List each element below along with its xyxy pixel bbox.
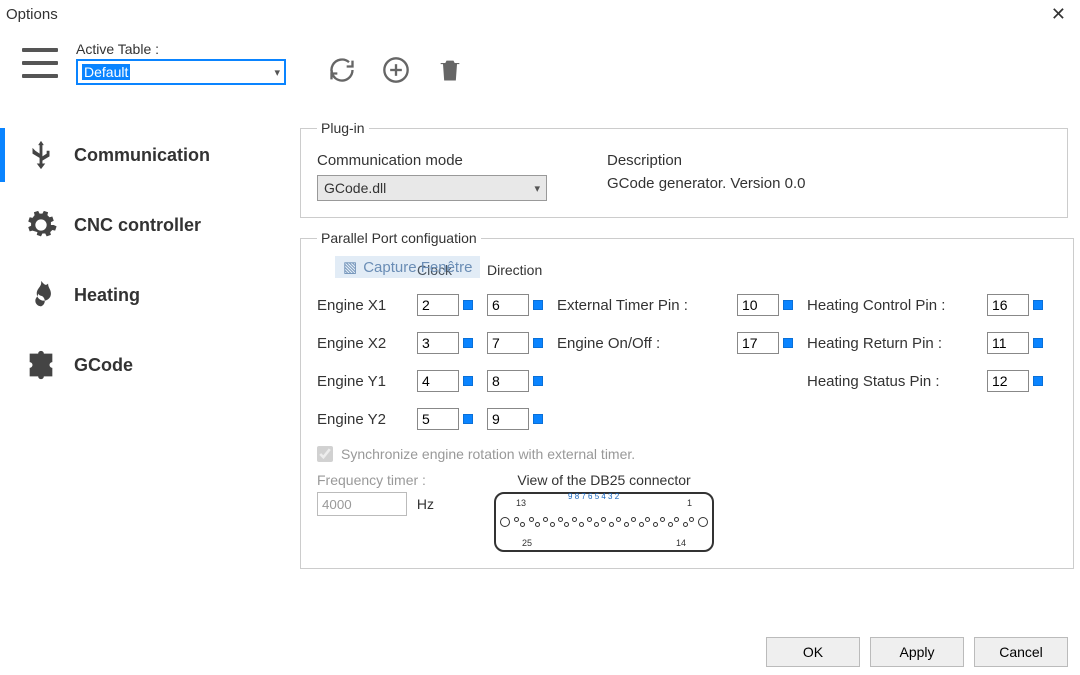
pin-picker-icon[interactable] <box>463 338 473 348</box>
engine-y1-clock-input[interactable] <box>417 370 459 392</box>
plugin-fieldset: Plug-in Communication mode GCode.dll ▾ D… <box>300 120 1068 218</box>
cancel-button[interactable]: Cancel <box>974 637 1068 667</box>
parallel-legend: Parallel Port configuation <box>317 230 481 246</box>
gear-icon <box>24 208 58 242</box>
sync-checkbox <box>317 446 333 462</box>
engine-y2-label: Engine Y2 <box>317 411 417 428</box>
pin-picker-icon[interactable] <box>1033 338 1043 348</box>
sidebar-item-label: GCode <box>74 355 133 376</box>
active-table-label: Active Table : <box>76 41 286 57</box>
heat-ctrl-label: Heating Control Pin : <box>807 297 987 314</box>
sidebar-item-label: Communication <box>74 145 210 166</box>
add-icon[interactable] <box>382 56 410 84</box>
engine-x2-label: Engine X2 <box>317 335 417 352</box>
sync-label: Synchronize engine rotation with externa… <box>341 446 635 462</box>
sidebar-item-label: CNC controller <box>74 215 201 236</box>
comm-mode-dropdown[interactable]: GCode.dll ▾ <box>317 175 547 201</box>
chevron-down-icon: ▾ <box>274 66 280 79</box>
window-title: Options <box>6 6 58 23</box>
usb-icon <box>24 138 58 172</box>
engine-on-label: Engine On/Off : <box>557 335 737 352</box>
sidebar-item-gcode[interactable]: GCode <box>0 330 260 400</box>
active-table-combo[interactable]: Default ▾ <box>76 59 286 85</box>
engine-x1-clock-input[interactable] <box>417 294 459 316</box>
heat-stat-input[interactable] <box>987 370 1029 392</box>
ext-timer-label: External Timer Pin : <box>557 297 737 314</box>
chevron-down-icon: ▾ <box>534 182 540 195</box>
description-label: Description <box>607 152 805 169</box>
pin-picker-icon[interactable] <box>1033 376 1043 386</box>
direction-header: Direction <box>487 262 557 278</box>
pin-picker-icon[interactable] <box>1033 300 1043 310</box>
db25-connector-diagram: 131 2514 9 8 7 6 5 4 3 2 <box>494 492 714 552</box>
heat-stat-label: Heating Status Pin : <box>807 373 987 390</box>
description-text: GCode generator. Version 0.0 <box>607 175 805 192</box>
engine-y1-label: Engine Y1 <box>317 373 417 390</box>
heat-ret-input[interactable] <box>987 332 1029 354</box>
engine-x1-dir-input[interactable] <box>487 294 529 316</box>
engine-y1-dir-input[interactable] <box>487 370 529 392</box>
heat-ctrl-input[interactable] <box>987 294 1029 316</box>
sidebar-item-cnc[interactable]: CNC controller <box>0 190 260 260</box>
delete-icon[interactable] <box>436 56 464 84</box>
pin-picker-icon[interactable] <box>533 376 543 386</box>
pin-picker-icon[interactable] <box>533 414 543 424</box>
pin-picker-icon[interactable] <box>533 338 543 348</box>
pin-picker-icon[interactable] <box>463 414 473 424</box>
comm-mode-value: GCode.dll <box>324 180 386 196</box>
engine-x2-dir-input[interactable] <box>487 332 529 354</box>
close-icon[interactable]: ✕ <box>1043 2 1074 27</box>
engine-x1-label: Engine X1 <box>317 297 417 314</box>
active-table-value: Default <box>82 64 130 80</box>
sidebar-item-heating[interactable]: Heating <box>0 260 260 330</box>
flame-icon <box>24 278 58 312</box>
pin-picker-icon[interactable] <box>463 376 473 386</box>
db25-title: View of the DB25 connector <box>517 472 690 488</box>
puzzle-icon <box>24 348 58 382</box>
ok-button[interactable]: OK <box>766 637 860 667</box>
sidebar-item-label: Heating <box>74 285 140 306</box>
plugin-legend: Plug-in <box>317 120 369 136</box>
pin-picker-icon[interactable] <box>463 300 473 310</box>
freq-unit: Hz <box>417 496 434 512</box>
pin-picker-icon[interactable] <box>783 338 793 348</box>
sidebar-item-communication[interactable]: Communication <box>0 120 260 190</box>
engine-x2-clock-input[interactable] <box>417 332 459 354</box>
pin-picker-icon[interactable] <box>533 300 543 310</box>
parallel-fieldset: Parallel Port configuation Clock Directi… <box>300 230 1074 569</box>
clock-header: Clock <box>417 262 487 278</box>
apply-button[interactable]: Apply <box>870 637 964 667</box>
comm-mode-label: Communication mode <box>317 152 547 169</box>
freq-input <box>317 492 407 516</box>
engine-on-input[interactable] <box>737 332 779 354</box>
freq-label: Frequency timer : <box>317 472 434 488</box>
hamburger-icon[interactable] <box>22 48 58 78</box>
pin-picker-icon[interactable] <box>783 300 793 310</box>
engine-y2-dir-input[interactable] <box>487 408 529 430</box>
refresh-icon[interactable] <box>328 56 356 84</box>
engine-y2-clock-input[interactable] <box>417 408 459 430</box>
sidebar: Communication CNC controller Heating GCo… <box>0 120 260 400</box>
ext-timer-input[interactable] <box>737 294 779 316</box>
heat-ret-label: Heating Return Pin : <box>807 335 987 352</box>
